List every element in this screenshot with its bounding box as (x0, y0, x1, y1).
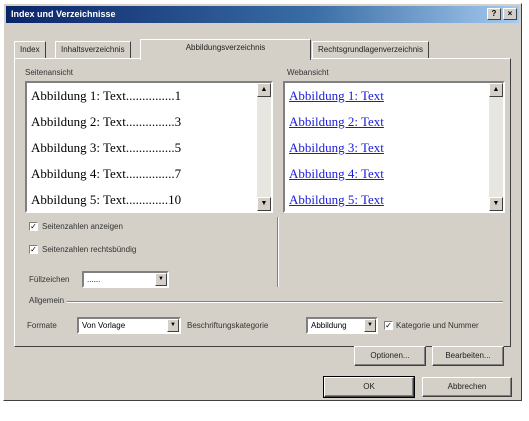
tab-table-of-contents[interactable]: Inhaltsverzeichnis (55, 41, 131, 59)
preview-line: Abbildung 1: Text...............1 (31, 88, 182, 103)
arrow-down-icon[interactable]: ▼ (155, 273, 167, 286)
dialog-window: Index und Verzeichnisse ? × Index Inhalt… (3, 3, 522, 401)
general-group-label: Allgemein (29, 296, 65, 305)
arrow-up-icon[interactable]: ▲ (489, 83, 503, 97)
window-title: Index und Verzeichnisse (11, 9, 116, 19)
tab-panel: Seitenansicht Abbildung 1: Text.........… (14, 58, 511, 347)
cancel-button[interactable]: Abbrechen (422, 377, 512, 397)
tab-table-of-authorities[interactable]: Rechtsgrundlagenverzeichnis (312, 41, 429, 59)
checkmark-icon: ✓ (385, 321, 392, 330)
web-preview-link[interactable]: Abbildung 5: Text (289, 192, 384, 208)
tab-label: Inhaltsverzeichnis (61, 45, 125, 54)
tab-label: Abbildungsverzeichnis (185, 43, 266, 52)
web-preview-box: Abbildung 1: Text Abbildung 2: Text Abbi… (283, 81, 505, 213)
tab-leader-label: Füllzeichen (29, 275, 70, 284)
checkmark-icon: ✓ (30, 222, 37, 231)
arrow-down-icon[interactable]: ▼ (489, 197, 503, 211)
show-page-numbers-checkbox[interactable]: ✓ (29, 222, 38, 231)
preview-line: Abbildung 4: Text...............7 (31, 166, 182, 181)
tab-label: Index (20, 45, 40, 54)
tab-label: Rechtsgrundlagenverzeichnis (318, 45, 423, 54)
print-preview-box: Abbildung 1: Text...............1 Abbild… (25, 81, 273, 213)
title-bar[interactable]: Index und Verzeichnisse ? × (6, 6, 519, 23)
web-preview-link[interactable]: Abbildung 3: Text (289, 140, 384, 156)
close-icon[interactable]: × (503, 8, 517, 20)
tab-table-of-figures[interactable]: Abbildungsverzeichnis (140, 39, 311, 60)
preview-line: Abbildung 2: Text...............3 (31, 114, 182, 129)
print-preview-scrollbar[interactable]: ▲ ▼ (257, 83, 271, 211)
arrow-down-icon[interactable]: ▼ (364, 319, 376, 332)
general-divider (67, 301, 503, 303)
formats-select[interactable]: Von Vorlage ▼ (77, 317, 181, 334)
preview-line: Abbildung 3: Text...............5 (31, 140, 182, 155)
tab-leader-value: ...... (87, 275, 101, 284)
section-divider (277, 217, 279, 287)
modify-button[interactable]: Bearbeiten... (432, 346, 504, 366)
tab-leader-select[interactable]: ...... ▼ (82, 271, 169, 288)
right-align-label: Seitenzahlen rechtsbündig (42, 245, 137, 254)
web-preview-scrollbar[interactable]: ▲ ▼ (489, 83, 503, 211)
web-preview-label: Webansicht (287, 68, 329, 77)
arrow-down-icon[interactable]: ▼ (257, 197, 271, 211)
help-icon[interactable]: ? (487, 8, 501, 20)
tab-index[interactable]: Index (14, 41, 46, 59)
arrow-up-icon[interactable]: ▲ (257, 83, 271, 97)
checkmark-icon: ✓ (30, 245, 37, 254)
print-preview-label: Seitenansicht (25, 68, 74, 77)
web-preview-link[interactable]: Abbildung 2: Text (289, 114, 384, 130)
include-label-text: Kategorie und Nummer (396, 321, 479, 330)
arrow-down-icon[interactable]: ▼ (167, 319, 179, 332)
caption-label-label: Beschriftungskategorie (187, 321, 269, 330)
caption-label-select[interactable]: Abbildung ▼ (306, 317, 378, 334)
formats-value: Von Vorlage (82, 321, 126, 330)
right-align-checkbox[interactable]: ✓ (29, 245, 38, 254)
caption-label-value: Abbildung (311, 321, 347, 330)
ok-button[interactable]: OK (323, 376, 415, 398)
preview-line: Abbildung 5: Text.............10 (31, 192, 182, 207)
show-page-numbers-label: Seitenzahlen anzeigen (42, 222, 123, 231)
options-button[interactable]: Optionen... (354, 346, 426, 366)
include-label-checkbox[interactable]: ✓ (384, 321, 393, 330)
web-preview-link[interactable]: Abbildung 4: Text (289, 166, 384, 182)
formats-label: Formate (27, 321, 57, 330)
web-preview-link[interactable]: Abbildung 1: Text (289, 88, 384, 104)
